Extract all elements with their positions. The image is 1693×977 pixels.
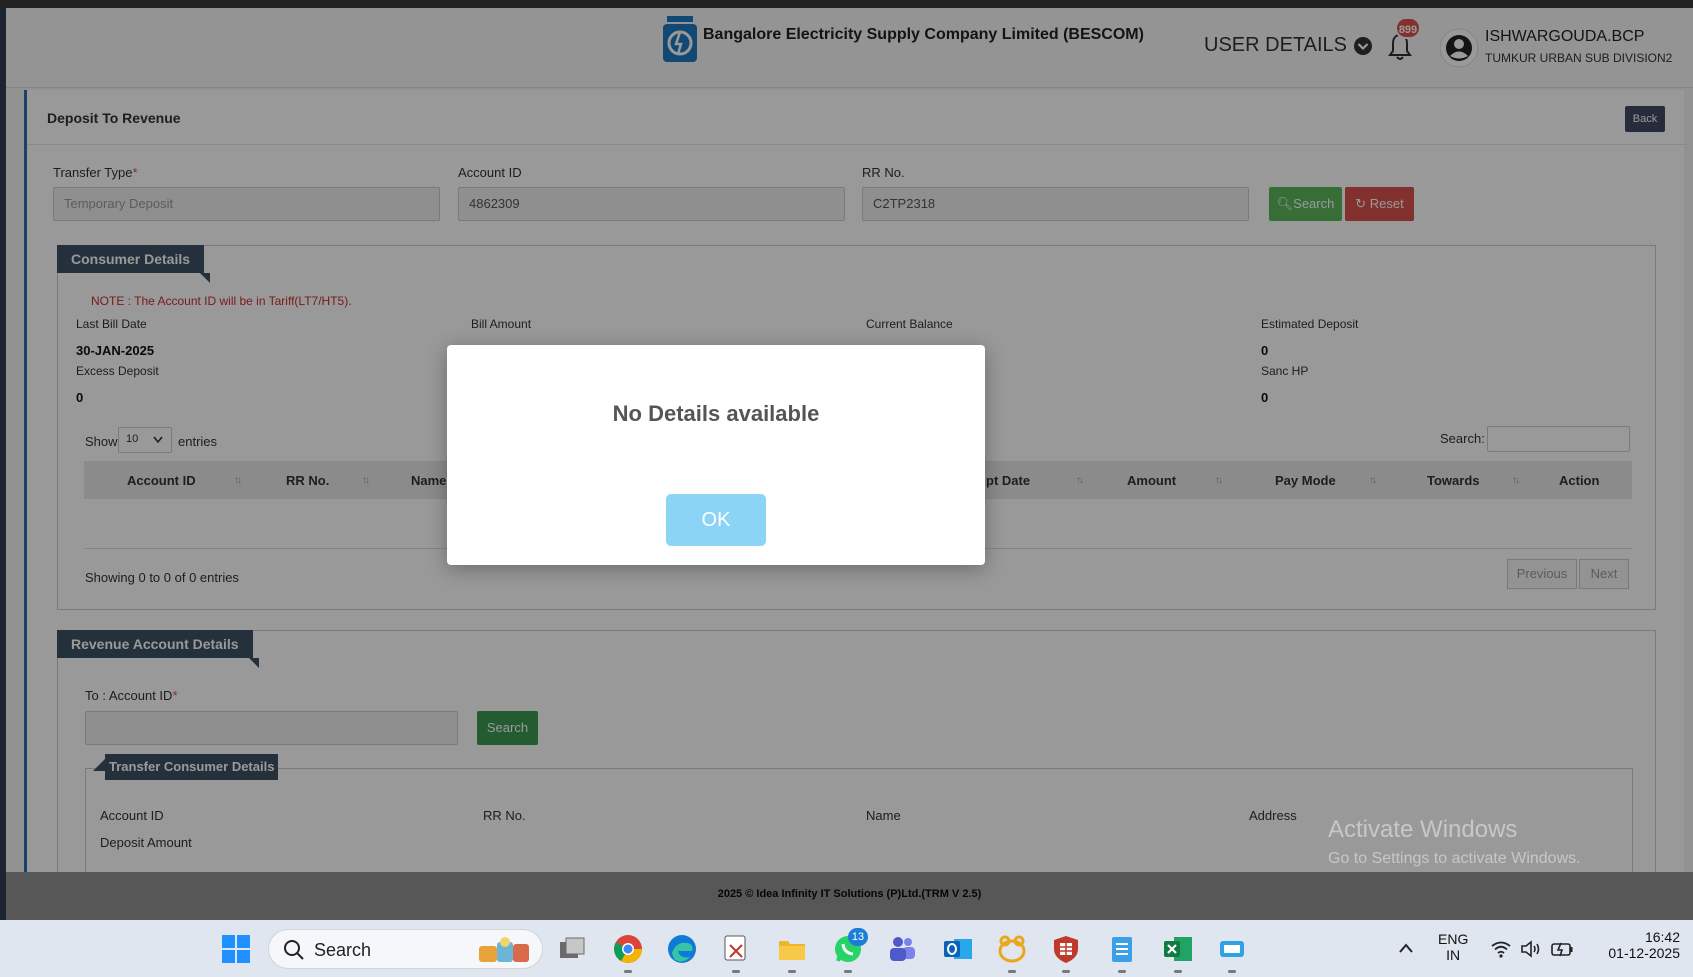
- running-indicator: [1008, 970, 1016, 973]
- app-window-icon[interactable]: [1216, 933, 1248, 965]
- dialog-title: No Details available: [612, 401, 820, 426]
- running-indicator: [732, 970, 740, 973]
- ok-button[interactable]: OK: [666, 494, 766, 546]
- taskbar-search[interactable]: Search: [268, 929, 543, 969]
- edge-icon[interactable]: [666, 933, 698, 965]
- app-icon[interactable]: [996, 933, 1028, 965]
- activate-windows-hint: Go to Settings to activate Windows.: [1328, 850, 1581, 867]
- search-highlight-icon: [479, 937, 529, 962]
- windows-taskbar: Search 13 ENG IN 16:42 01-12-2025: [0, 920, 1693, 977]
- security-app-icon[interactable]: [1050, 933, 1082, 965]
- snipping-tool-icon[interactable]: [720, 933, 752, 965]
- chevron-up-icon[interactable]: [1398, 942, 1414, 954]
- volume-icon[interactable]: [1520, 940, 1542, 958]
- running-indicator: [1174, 970, 1182, 973]
- running-indicator: [788, 970, 796, 973]
- running-indicator: [1118, 970, 1126, 973]
- activate-windows-watermark: Activate Windows: [1328, 816, 1518, 843]
- running-indicator: [1062, 970, 1070, 973]
- alert-dialog: No Details available OK: [447, 345, 985, 565]
- excel-icon[interactable]: [1162, 933, 1194, 965]
- search-icon: [284, 940, 304, 960]
- running-indicator: [1228, 970, 1236, 973]
- running-indicator: [844, 970, 852, 973]
- taskbar-search-label: Search: [314, 940, 372, 960]
- outlook-icon[interactable]: [942, 933, 974, 965]
- whatsapp-badge: 13: [848, 928, 868, 946]
- teams-icon[interactable]: [886, 933, 918, 965]
- task-view-icon[interactable]: [556, 933, 588, 965]
- windows-start-icon[interactable]: [220, 933, 252, 965]
- wifi-icon[interactable]: [1490, 940, 1512, 958]
- clock[interactable]: 16:42 01-12-2025: [1580, 929, 1680, 961]
- battery-icon[interactable]: [1550, 940, 1574, 958]
- running-indicator: [624, 970, 632, 973]
- notepad-icon[interactable]: [1106, 933, 1138, 965]
- chrome-icon[interactable]: [612, 933, 644, 965]
- language-indicator[interactable]: ENG IN: [1438, 931, 1468, 963]
- file-explorer-icon[interactable]: [776, 933, 808, 965]
